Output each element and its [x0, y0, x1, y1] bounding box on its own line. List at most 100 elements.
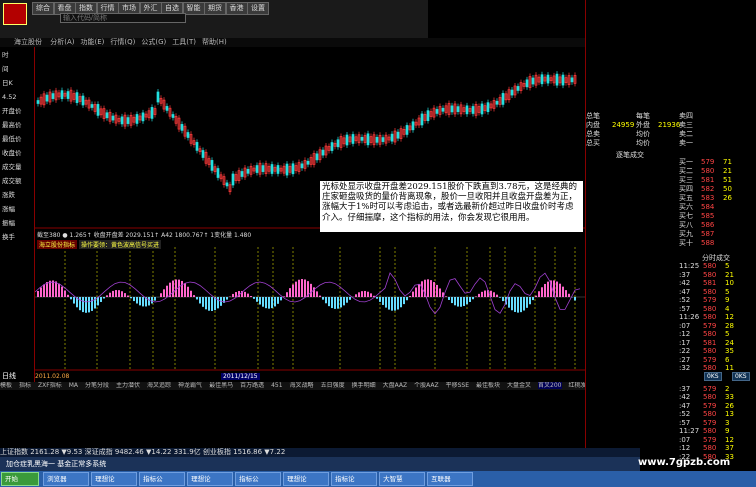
indicator-bar [178, 279, 180, 297]
indicator-tab[interactable]: 大盘AAZ [383, 382, 408, 389]
indicator-bar [55, 281, 57, 297]
left-panel-item: 涨幅 [2, 205, 15, 213]
top-toolbar: 综合 看盘 指数 行情 市场 外汇 自选 智能 期货 香港 设置 [0, 0, 428, 39]
indicator-bar [562, 286, 564, 297]
indicator-bar [187, 286, 189, 297]
candle-body [60, 90, 64, 100]
indicator-tab[interactable]: 大盘金叉 [507, 382, 531, 389]
indicator-bar [316, 291, 318, 297]
buy-volume: 21 [723, 167, 732, 175]
candle-body [366, 133, 370, 146]
taskbar-item[interactable]: 大智慧 [379, 472, 426, 486]
indicator-bar [136, 297, 138, 304]
taskbar-item[interactable]: 理想论 [283, 472, 330, 486]
indicator-tab[interactable]: 平移SSE [446, 382, 469, 389]
indicator-tab[interactable]: 海叉追踪 [147, 382, 171, 389]
search-input[interactable] [60, 13, 186, 23]
left-panel-item: 最低价 [2, 135, 22, 143]
candle-body [270, 164, 274, 174]
candle-body [375, 136, 379, 143]
toolbar-button[interactable]: 期货 [204, 2, 226, 15]
taskbar-item[interactable]: 指标公 [235, 472, 282, 486]
indicator-bar [97, 297, 99, 306]
quote-label: 总买 [586, 139, 600, 147]
indicator-bar [547, 281, 549, 297]
sell-level: 卖三 [679, 121, 756, 130]
left-panel-item: 间 [2, 65, 9, 73]
menu-item[interactable]: 分析(A) [50, 38, 74, 46]
indicator-bar [400, 297, 402, 308]
indicator-tab[interactable]: MA [69, 382, 78, 389]
indicator-tab[interactable]: 451 [271, 382, 282, 389]
taskbar-item[interactable]: 浏览器 [43, 472, 90, 486]
indicator-bar [127, 295, 129, 297]
indicator-tab[interactable]: 主力潜伏 [116, 382, 140, 389]
menu-item[interactable]: 公式(G) [141, 38, 166, 46]
toolbar-button[interactable]: 香港 [225, 2, 248, 15]
candle-body [411, 121, 415, 131]
left-panel-item: 涨跌 [2, 191, 15, 199]
panel-mode-button[interactable]: 0KS [704, 372, 722, 381]
news-ticker: 加仓症乳黑海一 基金正常多系统 [0, 457, 640, 471]
indicator-bar [349, 297, 351, 300]
menu-item[interactable]: 功能(E) [81, 38, 105, 46]
toolbar-button[interactable]: 综合 [32, 2, 54, 15]
indicator-tab[interactable]: 五日强度 [321, 382, 345, 389]
indicator-tab[interactable]: 最佳板块 [476, 382, 500, 389]
toolbar-button[interactable]: 设置 [247, 2, 269, 15]
indicator-bar [217, 297, 219, 309]
candle-body [321, 149, 325, 156]
indicator-tab[interactable]: 红桃发射 [569, 382, 586, 389]
taskbar-item[interactable]: 理想论 [91, 472, 138, 486]
candle-body [336, 139, 340, 148]
menu-item[interactable]: 工具(T) [172, 38, 196, 46]
left-info-panel: 时间日K 4.52 开盘价 最高价 最低价 收盘价 成交量 成交额 涨跌 涨幅 振幅 换手 [0, 47, 35, 382]
panel-mode-button[interactable]: 0KS [732, 372, 750, 381]
indicator-bar [508, 297, 510, 308]
start-button[interactable]: 开始 [1, 472, 39, 486]
indicator-tab[interactable]: ZXF指标 [38, 382, 62, 389]
candle-body [441, 107, 445, 112]
indicator-bar [256, 297, 258, 302]
indicator-bar [454, 297, 456, 306]
indicator-bar [214, 297, 216, 311]
menu-item[interactable]: 行情(Q) [110, 38, 135, 46]
buy-level: 买七 585 [679, 212, 756, 221]
taskbar-item[interactable]: 指标公 [139, 472, 186, 486]
quote-label: 总卖 [586, 130, 600, 138]
indicator-bar [151, 297, 153, 304]
indicator-bar [43, 284, 45, 297]
indicator-bar [181, 280, 183, 297]
candle-body [486, 102, 490, 113]
taskbar-item[interactable]: 互联器 [427, 472, 474, 486]
period-label[interactable]: 日线 [2, 371, 16, 381]
indicator-tab[interactable]: 首叉200 [538, 382, 562, 389]
app-logo [3, 3, 27, 25]
candle-body [351, 134, 355, 144]
indicator-tab[interactable]: 海叉战略 [290, 382, 314, 389]
indicator-bar [175, 279, 177, 297]
quote-value: 24959 [612, 121, 635, 129]
indicator-tab[interactable]: 神龙霸气 [178, 382, 202, 389]
taskbar-item[interactable]: 理想论 [187, 472, 234, 486]
indicator-bar [49, 280, 51, 297]
indicator-tab[interactable]: 最佳黑马 [209, 382, 233, 389]
indicator-tab[interactable]: 百万路透 [240, 382, 264, 389]
indicator-bar [166, 285, 168, 297]
candle-body [456, 106, 460, 112]
menu-item[interactable]: 帮助(H) [202, 38, 227, 46]
taskbar-item[interactable]: 指标论 [331, 472, 378, 486]
sell-label: 卖二 [679, 130, 693, 138]
indicator-tab[interactable]: 换手明细 [352, 382, 376, 389]
indicator-tab[interactable]: 个股AAZ [414, 382, 439, 389]
indicator-bar [382, 297, 384, 305]
buy-level: 买八 586 [679, 221, 756, 230]
indicator-tab[interactable]: 模板 [0, 382, 12, 389]
indicator-bar [202, 297, 204, 307]
indicator-bar [271, 297, 273, 309]
indicator-bar [103, 297, 105, 299]
indicator-bar [325, 297, 327, 304]
indicator-bar [481, 291, 483, 297]
indicator-tab[interactable]: 指标 [19, 382, 31, 389]
indicator-tab[interactable]: 分笔分段 [85, 382, 109, 389]
